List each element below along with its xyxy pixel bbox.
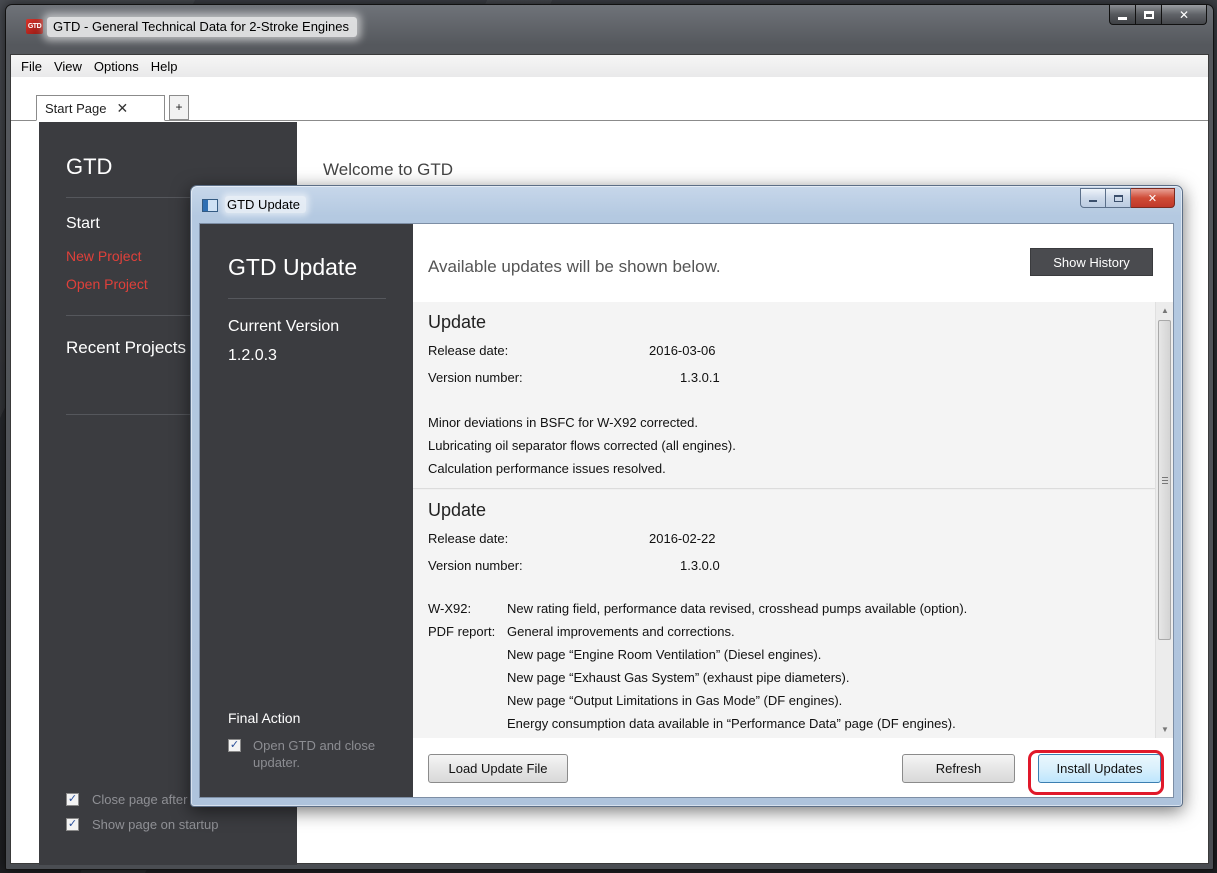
dialog-header: Available updates will be shown below. S… [413,224,1173,302]
start-heading: Start [66,215,100,232]
dialog-client-area: GTD Update Current Version 1.2.0.3 Final… [199,223,1174,798]
close-page-after-label: Close page after [92,792,188,807]
update-note: Minor deviations in BSFC for W-X92 corre… [428,415,698,430]
main-window-controls: ✕ [1109,5,1207,25]
recent-projects-heading: Recent Projects [66,338,186,357]
release-date-value: 2016-02-22 [649,531,716,546]
start-sidebar-title: GTD [66,154,113,179]
update-title: Update [428,500,487,520]
release-date-value: 2016-03-06 [649,343,716,358]
main-window-title: GTD - General Technical Data for 2-Strok… [47,17,358,37]
dialog-close-button[interactable]: ✕ [1131,188,1175,208]
update-title: Update [428,312,487,332]
grip-line [1162,477,1168,478]
main-titlebar[interactable]: GTD GTD - General Technical Data for 2-S… [6,5,1213,47]
maximize-icon [1143,10,1154,19]
version-number-value: 1.3.0.1 [680,370,720,385]
install-updates-button[interactable]: Install Updates [1038,754,1161,783]
close-page-after-checkbox[interactable]: ✓ Close page after [66,792,187,807]
open-project-link[interactable]: Open Project [66,276,148,292]
updates-list[interactable]: Update Release date: 2016-03-06 Version … [413,302,1155,738]
grip-line [1162,483,1168,484]
minimize-icon [1089,200,1097,202]
tabstrip: Start Page ✕ + [11,77,1208,121]
release-date-label: Release date: [428,343,509,358]
open-gtd-and-close-checkbox[interactable]: ✓ Open GTD and close updater. [228,737,383,771]
dialog-main-panel: Available updates will be shown below. S… [413,224,1173,797]
update-item: Update Release date: 2016-02-22 Version … [413,490,1155,738]
final-action-label: Final Action [228,710,301,726]
update-note: New page “Engine Room Ventilation” (Dies… [507,647,822,662]
version-number-label: Version number: [428,558,523,573]
update-note: General improvements and corrections. [507,624,735,639]
checkmark-icon: ✓ [66,818,79,831]
grip-line [1162,480,1168,481]
gtd-app-icon: GTD [26,19,43,34]
show-page-on-startup-label: Show page on startup [92,817,219,832]
close-icon: ✕ [1178,7,1190,22]
new-project-link[interactable]: New Project [66,248,141,264]
available-updates-text: Available updates will be shown below. [428,257,721,276]
updates-scrollbar[interactable]: ▲ ▼ [1155,302,1173,738]
release-date-label: Release date: [428,531,509,546]
open-gtd-and-close-label: Open GTD and close updater. [253,738,376,770]
minimize-icon [1118,16,1127,20]
dialog-maximize-button[interactable] [1106,188,1131,208]
gtd-update-dialog: GTD Update ✕ GTD Update Current Version … [190,185,1183,807]
tab-close-icon[interactable]: ✕ [116,100,128,117]
current-version-label: Current Version [228,318,340,335]
show-page-on-startup-checkbox[interactable]: ✓ Show page on startup [66,817,218,832]
close-button[interactable]: ✕ [1162,5,1207,25]
menu-view[interactable]: View [48,59,88,74]
version-number-label: Version number: [428,370,523,385]
dialog-sidebar: GTD Update Current Version 1.2.0.3 Final… [200,224,413,797]
scroll-up-arrow-icon[interactable]: ▲ [1156,302,1173,319]
minimize-button[interactable] [1109,5,1136,25]
note-key: W-X92: [428,601,472,616]
update-note: Energy consumption data available in “Pe… [507,716,956,731]
note-key: PDF report: [428,624,496,639]
maximize-button[interactable] [1136,5,1162,25]
update-note: New rating field, performance data revis… [507,601,968,616]
dialog-title: GTD Update [225,196,306,213]
update-note: New page “Exhaust Gas System” (exhaust p… [507,670,850,685]
scroll-down-arrow-icon[interactable]: ▼ [1156,721,1173,738]
dialog-window-icon [202,199,218,212]
menu-file[interactable]: File [15,59,48,74]
current-version-value: 1.2.0.3 [228,347,277,364]
update-item: Update Release date: 2016-03-06 Version … [413,302,1155,489]
show-history-button[interactable]: Show History [1030,248,1153,276]
menu-help[interactable]: Help [145,59,184,74]
checkmark-icon: ✓ [66,793,79,806]
update-note: New page “Output Limitations in Gas Mode… [507,693,843,708]
divider [228,298,386,299]
menubar: File View Options Help [11,55,1208,77]
scrollbar-thumb[interactable] [1158,320,1171,640]
menu-options[interactable]: Options [88,59,145,74]
tab-label: Start Page [45,100,107,116]
refresh-button[interactable]: Refresh [902,754,1015,783]
checkmark-icon: ✓ [228,739,241,752]
version-number-value: 1.3.0.0 [680,558,720,573]
update-note: Calculation performance issues resolved. [428,461,666,476]
dialog-minimize-button[interactable] [1080,188,1106,208]
welcome-heading: Welcome to GTD [323,160,454,179]
maximize-icon [1113,194,1123,202]
dialog-sidebar-title: GTD Update [228,254,358,280]
add-tab-button[interactable]: + [169,95,189,120]
dialog-window-controls: ✕ [1080,188,1175,208]
dialog-footer: Load Update File Refresh Install Updates [413,738,1173,797]
update-note: Lubricating oil separator flows correcte… [428,438,736,453]
close-icon: ✕ [1147,192,1158,205]
load-update-file-button[interactable]: Load Update File [428,754,568,783]
tab-start-page[interactable]: Start Page ✕ [36,95,165,121]
